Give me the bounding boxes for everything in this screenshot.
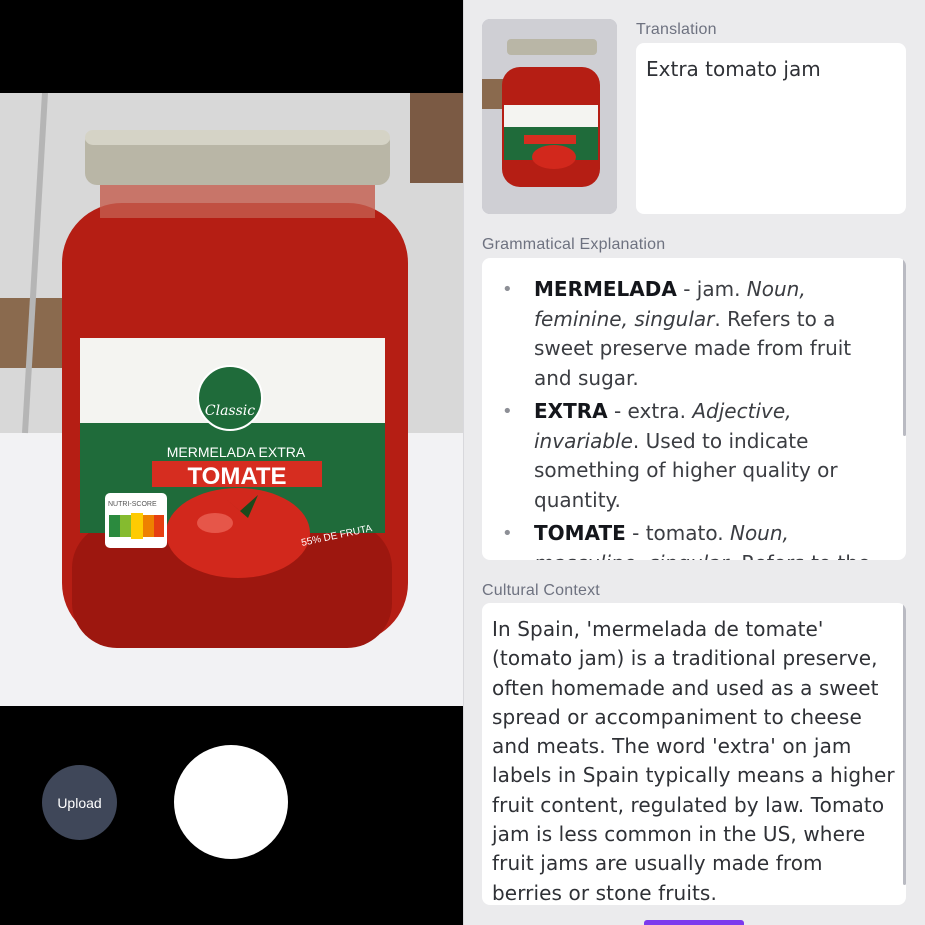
bottom-accent-button[interactable] [644, 920, 744, 925]
grammar-item: • EXTRA - extra. Adjective, invariable. U… [502, 399, 838, 512]
translation-box: Extra tomato jam [636, 43, 906, 214]
label-title: TOMATE [187, 463, 286, 490]
shutter-button[interactable] [174, 745, 288, 859]
culture-scrollbar[interactable] [903, 603, 906, 885]
grammar-item: •TOMATE - tomato. Noun, masculine, singu… [482, 519, 902, 560]
grammar-scrollbar[interactable] [903, 258, 906, 436]
bullet-icon: • [502, 401, 513, 422]
tomato-image [166, 488, 310, 578]
svg-text:NUTRI-SCORE: NUTRI-SCORE [108, 501, 157, 508]
culture-box[interactable]: In Spain, 'mermelada de tomate' (tomato … [482, 603, 906, 905]
camera-view: Classic MERMELADA EXTRA TOMATE NUTRI-SCO… [0, 0, 463, 925]
translation-text: Extra tomato jam [646, 57, 821, 81]
bullet-icon: • [502, 279, 513, 300]
grammar-label: Grammatical Explanation [482, 236, 666, 253]
culture-label: Cultural Context [482, 582, 600, 599]
bullet-icon: • [502, 523, 513, 544]
photo-thumbnail[interactable] [482, 19, 617, 214]
grammar-box[interactable]: • MERMELADA - jam. Noun, feminine, singul… [482, 258, 906, 560]
brand-logo [197, 365, 263, 431]
brand-text: Classic [205, 403, 255, 419]
grammar-item: • MERMELADA - jam. Noun, feminine, singul… [502, 277, 852, 390]
grammar-list: • MERMELADA - jam. Noun, feminine, singul… [482, 275, 902, 560]
upload-button[interactable]: Upload [42, 765, 117, 840]
captured-photo: Classic MERMELADA EXTRA TOMATE NUTRI-SCO… [0, 93, 463, 706]
label-subtitle: MERMELADA EXTRA [167, 444, 306, 460]
culture-text: In Spain, 'mermelada de tomate' (tomato … [492, 617, 895, 905]
results-panel: Translation Extra tomato jam Grammatical… [463, 0, 925, 925]
translation-label: Translation [636, 21, 717, 38]
jar-photo: Classic MERMELADA EXTRA TOMATE NUTRI-SCO… [0, 93, 463, 706]
